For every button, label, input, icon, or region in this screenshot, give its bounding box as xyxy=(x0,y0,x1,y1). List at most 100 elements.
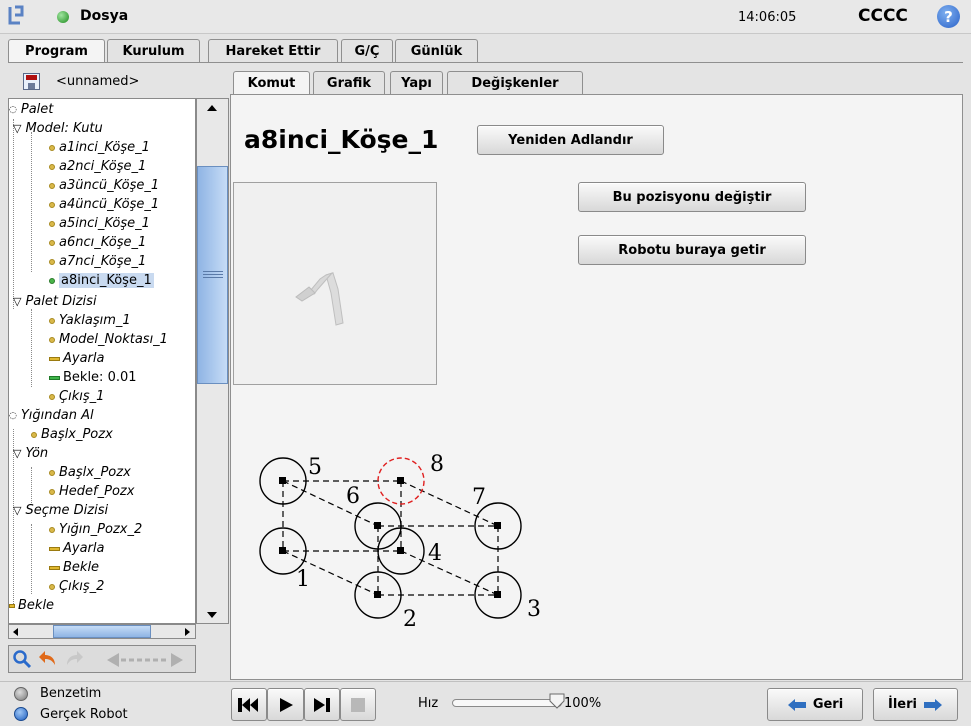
tree-item-label: Model_Noktası_1 xyxy=(59,332,168,347)
undo-icon[interactable] xyxy=(37,649,59,669)
tree-item[interactable]: Model_Noktası_1 xyxy=(49,330,168,349)
tree-item[interactable]: Bekle: 0.01 xyxy=(49,368,137,387)
waypoint-icon xyxy=(49,583,55,590)
back-button[interactable]: Geri xyxy=(767,688,863,721)
tree-item-label: a7nci_Köşe_1 xyxy=(59,254,147,269)
play-button[interactable] xyxy=(267,688,304,721)
stop-button[interactable] xyxy=(340,688,376,721)
tab-bar-line xyxy=(8,62,963,63)
pallet-corner-diagram: 1 2 3 4 5 6 7 8 xyxy=(246,447,566,637)
search-icon[interactable] xyxy=(12,649,32,669)
tree-vertical-scrollbar[interactable] xyxy=(196,98,229,624)
app-logo xyxy=(8,5,24,27)
redo-icon[interactable] xyxy=(63,649,85,669)
robot-preview xyxy=(233,182,437,385)
tree-item[interactable]: Çıkış_2 xyxy=(49,577,104,596)
expand-icon[interactable]: ▽ xyxy=(13,447,21,460)
save-program-icon[interactable] xyxy=(23,73,40,90)
waypoint-icon xyxy=(49,201,55,208)
tree-line xyxy=(31,309,32,387)
waypoint-icon xyxy=(49,277,55,284)
arrow-right-icon xyxy=(923,698,942,711)
tab-hareket-ettir[interactable]: Hareket Ettir xyxy=(208,39,338,62)
tree-item-label: Seçme Dizisi xyxy=(25,503,109,518)
real-robot-radio[interactable] xyxy=(14,707,28,721)
tree-item[interactable]: a4üncü_Köşe_1 xyxy=(49,195,159,214)
tree-item[interactable]: ▽ Palet Dizisi xyxy=(13,292,97,311)
program-name: <unnamed> xyxy=(56,74,140,89)
arrow-left-icon xyxy=(787,698,806,711)
tab-kurulum[interactable]: Kurulum xyxy=(107,39,200,62)
tree-item-label: Başlx_Pozx xyxy=(59,465,131,480)
tree-item[interactable]: a2nci_Köşe_1 xyxy=(49,157,146,176)
tab-degiskenler[interactable]: Değişkenler xyxy=(447,71,583,94)
tab-gunluk[interactable]: Günlük xyxy=(395,39,478,62)
move-robot-here-button[interactable]: Robotu buraya getir xyxy=(578,235,806,265)
expand-icon[interactable]: ▽ xyxy=(13,295,21,308)
scroll-thumb[interactable] xyxy=(197,166,228,384)
speed-slider[interactable] xyxy=(452,699,562,707)
tab-yapi[interactable]: Yapı xyxy=(390,71,443,94)
scroll-left-icon[interactable] xyxy=(13,628,18,636)
tree-item-label: a4üncü_Köşe_1 xyxy=(59,197,160,212)
tree-item[interactable]: Bekle xyxy=(49,558,99,577)
tree-item-label: Bekle: 0.01 xyxy=(63,370,137,385)
tree-item-label: Ayarla xyxy=(63,541,105,556)
tree-item[interactable]: Ayarla xyxy=(49,539,104,558)
waypoint-icon xyxy=(49,144,55,151)
scroll-right-icon[interactable] xyxy=(185,628,190,636)
file-menu[interactable]: Dosya xyxy=(80,8,128,24)
tree-item[interactable]: a3üncü_Köşe_1 xyxy=(49,176,159,195)
waypoint-icon xyxy=(49,393,55,400)
tab-grafik[interactable]: Grafik xyxy=(313,71,385,94)
tree-item[interactable]: Başlx_Pozx xyxy=(49,463,131,482)
move-arrows-icon[interactable] xyxy=(105,651,185,669)
bottom-bar: Benzetim Gerçek Robot Hız 100% Geri İler… xyxy=(0,681,971,726)
tab-komut[interactable]: Komut xyxy=(233,71,310,95)
wait-icon xyxy=(49,565,60,570)
change-position-button[interactable]: Bu pozisyonu değiştir xyxy=(578,182,806,212)
tree-item[interactable]: Hedef_Pozx xyxy=(49,482,134,501)
next-button[interactable]: İleri xyxy=(873,688,958,721)
tree-item[interactable]: Ayarla xyxy=(49,349,104,368)
tree-item[interactable]: ◌ Palet xyxy=(9,100,53,119)
corner-label-6: 6 xyxy=(346,484,360,509)
tree-horizontal-scrollbar[interactable] xyxy=(8,624,196,639)
tree-item[interactable]: Yığın_Pozx_2 xyxy=(49,520,142,539)
tab-program[interactable]: Program xyxy=(8,39,105,63)
scroll-up-icon[interactable] xyxy=(207,105,217,111)
speed-slider-handle[interactable] xyxy=(549,693,565,709)
simulation-radio[interactable] xyxy=(14,687,28,701)
tree-item-label: a6ncı_Köşe_1 xyxy=(59,235,147,250)
wait-icon xyxy=(9,603,15,608)
skip-back-button[interactable] xyxy=(231,688,267,721)
tree-item[interactable]: Yaklaşım_1 xyxy=(49,311,131,330)
tree-item[interactable]: Başlx_Pozx xyxy=(31,425,113,444)
tree-item[interactable]: ▽ Model: Kutu xyxy=(13,119,103,138)
scroll-thumb[interactable] xyxy=(53,625,151,638)
tree-item[interactable]: Çıkış_1 xyxy=(49,387,104,406)
corner-label-4: 4 xyxy=(428,541,442,566)
scroll-down-icon[interactable] xyxy=(207,612,217,618)
tree-item[interactable]: Bekle xyxy=(9,596,54,615)
expand-icon[interactable]: ▽ xyxy=(13,122,21,135)
rename-button[interactable]: Yeniden Adlandır xyxy=(477,125,664,155)
step-button[interactable] xyxy=(304,688,340,721)
tree-item-selected[interactable]: a8inci_Köşe_1 xyxy=(49,271,154,290)
tree-item[interactable]: a1inci_Köşe_1 xyxy=(49,138,150,157)
tree-item-label: Hedef_Pozx xyxy=(59,484,135,499)
speed-slider-fill xyxy=(453,700,561,706)
expand-icon[interactable]: ▽ xyxy=(13,504,21,517)
tree-item[interactable]: ▽ Yön xyxy=(13,444,48,463)
tree-item[interactable]: ▽ Seçme Dizisi xyxy=(13,501,108,520)
help-icon[interactable]: ? xyxy=(937,5,960,28)
tree-item[interactable]: a6ncı_Köşe_1 xyxy=(49,233,146,252)
waypoint-icon xyxy=(49,336,55,343)
tree-item[interactable]: a7nci_Köşe_1 xyxy=(49,252,146,271)
skip-back-icon xyxy=(238,697,258,712)
program-tree[interactable]: ◌ Palet ▽ Model: Kutu a1inci_Köşe_1 a2nci_… xyxy=(8,98,196,624)
wait-icon xyxy=(49,375,60,380)
tree-item[interactable]: ◌ Yığından Al xyxy=(9,406,94,425)
tree-item[interactable]: a5inci_Köşe_1 xyxy=(49,214,150,233)
tab-io[interactable]: G/Ç xyxy=(341,39,393,62)
